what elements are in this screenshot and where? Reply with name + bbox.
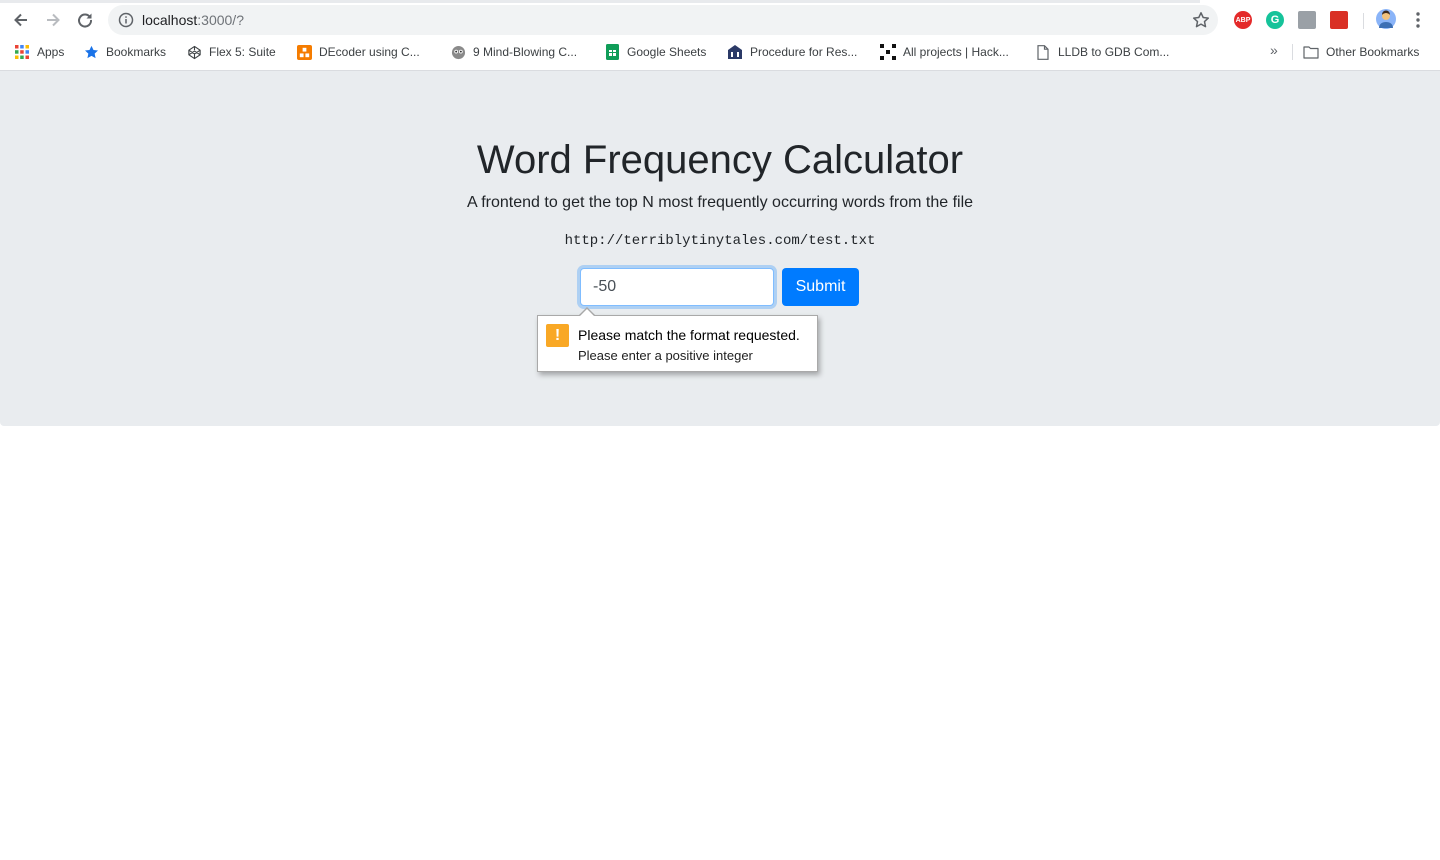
warning-icon: ! [546, 324, 569, 347]
reload-button[interactable] [72, 7, 98, 33]
address-bar[interactable]: localhost:3000/? [108, 5, 1218, 35]
profile-avatar-icon[interactable] [1376, 9, 1396, 29]
page-title: Word Frequency Calculator [476, 138, 964, 182]
more-bookmarks-button[interactable]: » [1270, 42, 1278, 58]
bookmark-lldb[interactable]: LLDB to GDB Com... [1035, 42, 1169, 62]
url-host: localhost [142, 12, 198, 28]
page-content: Word Frequency Calculator A frontend to … [0, 71, 1440, 860]
jumbotron: Word Frequency Calculator A frontend to … [0, 71, 1440, 426]
page-subtitle: A frontend to get the top N most frequen… [466, 194, 974, 211]
other-bookmarks-folder[interactable]: Other Bookmarks [1303, 42, 1419, 62]
submit-button[interactable]: Submit [782, 268, 859, 306]
bookmark-hackathon[interactable]: All projects | Hack... [880, 42, 1009, 62]
bookmark-bookmarks[interactable]: Bookmarks [83, 42, 166, 62]
bookmarks-bar: Apps Bookmarks Flex 5: Suite DEcoder usi… [0, 40, 1440, 64]
validation-hint: Please enter a positive integer [578, 348, 753, 363]
building-icon [727, 44, 743, 60]
arrow-left-icon [14, 13, 27, 27]
url-path: :3000/? [197, 12, 244, 28]
person-icon [1379, 10, 1393, 28]
sheets-icon [604, 44, 620, 60]
reload-icon [78, 13, 93, 28]
folder-icon [1303, 44, 1319, 60]
arrow-right-icon [47, 13, 60, 27]
kebab-menu-icon [1416, 12, 1420, 28]
star-icon [83, 44, 99, 60]
browser-toolbar: localhost:3000/? ABP G [0, 5, 1440, 35]
back-button[interactable] [8, 7, 34, 33]
adblock-plus-icon[interactable]: ABP [1234, 11, 1252, 29]
forward-button[interactable] [40, 7, 66, 33]
validation-tooltip: ! Please match the format requested. Ple… [537, 315, 818, 372]
bookmark-procedure[interactable]: Procedure for Res... [727, 42, 857, 62]
top-n-input[interactable] [580, 268, 774, 306]
extension-red-icon[interactable] [1330, 11, 1348, 29]
validation-message: Please match the format requested. [578, 327, 800, 343]
bookmark-apps[interactable]: Apps [14, 42, 64, 62]
bookmark-flex-suite[interactable]: Flex 5: Suite [186, 42, 276, 62]
apps-grid-icon [14, 44, 30, 60]
bookmark-google-sheets[interactable]: Google Sheets [604, 42, 706, 62]
owl-icon [450, 44, 466, 60]
browser-chrome: localhost:3000/? ABP G Apps Bookmarks Fl… [0, 0, 1440, 71]
hack-icon [880, 44, 896, 60]
bookmark-mind-blowing[interactable]: 9 Mind-Blowing C... [450, 42, 577, 62]
bookmark-decoder[interactable]: DEcoder using C... [296, 42, 420, 62]
loading-bar [0, 0, 1200, 3]
grammarly-icon[interactable]: G [1266, 11, 1284, 29]
bookmarks-divider [1292, 44, 1293, 60]
browser-menu-button[interactable] [1405, 7, 1431, 33]
codepen-icon [186, 44, 202, 60]
toolbar-divider [1363, 13, 1364, 29]
file-url: http://terriblytinytales.com/test.txt [564, 233, 876, 249]
bookmark-star-icon[interactable] [1192, 11, 1210, 29]
page-icon [1035, 44, 1051, 60]
info-icon[interactable] [118, 12, 134, 28]
orange-app-icon [296, 44, 312, 60]
validation-tooltip-arrow-fill [579, 309, 595, 317]
url-text[interactable]: localhost:3000/? [142, 12, 244, 28]
extension-gray-icon[interactable] [1298, 11, 1316, 29]
